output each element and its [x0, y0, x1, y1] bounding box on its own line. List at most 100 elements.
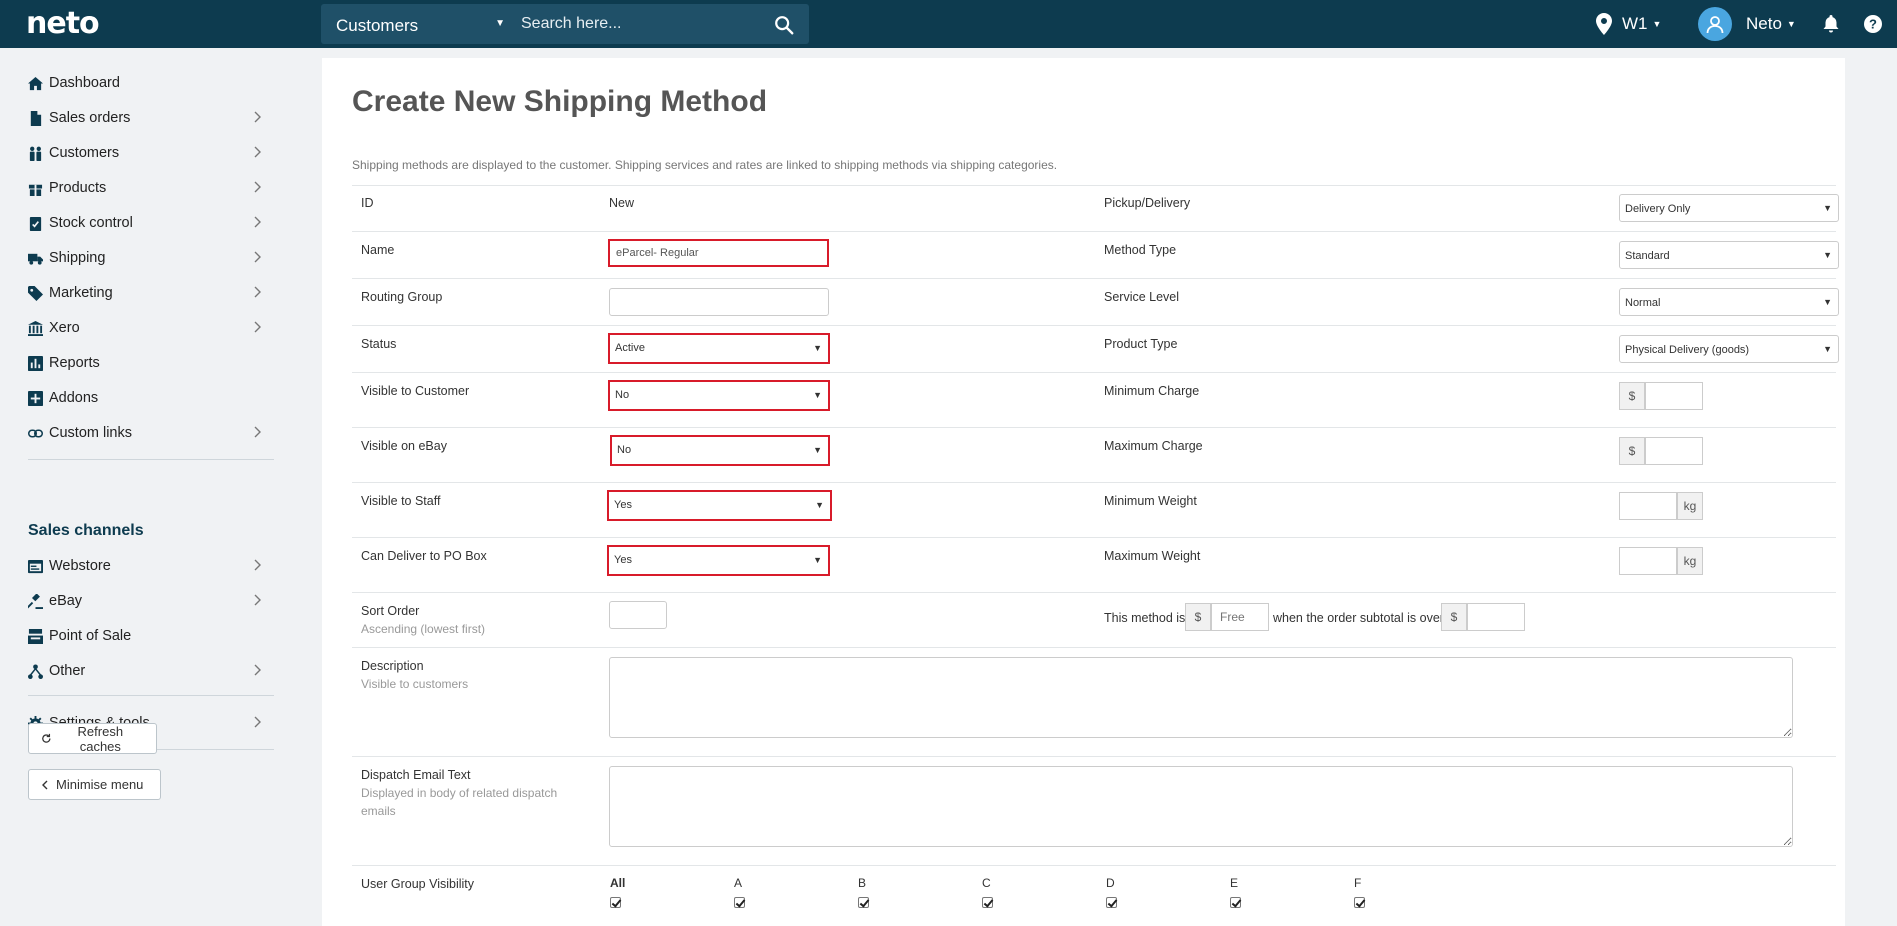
minimum-weight-group: kg: [1619, 492, 1703, 520]
description-label: Description: [361, 659, 424, 673]
visible-to-customer-select[interactable]: No ▼: [608, 380, 830, 411]
status-value: Active: [615, 342, 645, 354]
sidebar-item-label: Marketing: [49, 285, 113, 301]
routing-group-input[interactable]: [609, 288, 829, 316]
user-group-b-checkbox[interactable]: [858, 897, 869, 908]
location-dropdown[interactable]: W1 ▼: [1596, 0, 1661, 48]
visible-to-customer-label: Visible to Customer: [361, 384, 470, 398]
sidebar-item-point-of-sale[interactable]: Point of Sale: [28, 621, 274, 651]
notifications-button[interactable]: [1823, 0, 1839, 48]
order-subtotal-input[interactable]: [1467, 603, 1525, 631]
name-input[interactable]: [608, 239, 829, 267]
user-group-a-checkbox[interactable]: [734, 897, 745, 908]
avatar: [1698, 7, 1732, 41]
row-divider: [352, 231, 1836, 232]
sidebar-item-label: Stock control: [49, 215, 133, 231]
sidebar-item-label: Sales orders: [49, 110, 131, 126]
sidebar-item-label: Shipping: [49, 250, 106, 266]
status-label: Status: [361, 337, 397, 351]
sidebar-item-addons[interactable]: Addons: [28, 383, 274, 413]
free-shipping-value-input[interactable]: [1211, 603, 1269, 631]
sidebar-item-label: Customers: [49, 145, 120, 161]
po-box-select[interactable]: Yes ▼: [607, 545, 830, 576]
user-group-f-label: F: [1354, 876, 1362, 890]
sidebar-item-webstore[interactable]: Webstore: [28, 551, 274, 581]
bell-icon: [1823, 15, 1839, 33]
maximum-weight-group: kg: [1619, 547, 1703, 575]
caret-down-icon: ▼: [1823, 250, 1832, 260]
sort-order-input[interactable]: [609, 601, 667, 629]
row-divider: [352, 592, 1836, 593]
user-menu[interactable]: Neto ▼: [1698, 0, 1796, 48]
caret-down-icon: ▼: [813, 555, 822, 565]
minimum-charge-input[interactable]: [1645, 382, 1703, 410]
visible-on-ebay-value: No: [617, 444, 632, 456]
minimise-menu-button[interactable]: Minimise menu: [28, 769, 161, 800]
search-scope-dropdown[interactable]: Customers ▼: [321, 4, 521, 44]
pickup-delivery-select[interactable]: Delivery Only ▼: [1619, 194, 1839, 222]
sidebar-item-marketing[interactable]: Marketing: [28, 278, 274, 308]
dispatch-email-label: Dispatch Email Text: [361, 768, 471, 782]
users-icon: [29, 146, 42, 161]
user-group-all-checkbox[interactable]: [610, 897, 621, 908]
user-group-d-checkbox[interactable]: [1106, 897, 1117, 908]
sidebar-item-shipping[interactable]: Shipping: [28, 243, 274, 273]
row-divider: [352, 865, 1836, 866]
service-level-select[interactable]: Normal ▼: [1619, 288, 1839, 316]
sidebar-item-custom-links[interactable]: Custom links: [28, 418, 274, 448]
plus-square-icon: [28, 390, 43, 406]
dispatch-email-textarea[interactable]: [609, 766, 1793, 847]
product-type-select[interactable]: Physical Delivery (goods) ▼: [1619, 335, 1839, 363]
visible-to-staff-select[interactable]: Yes ▼: [607, 490, 832, 521]
register-icon: [28, 628, 43, 644]
free-shipping-middle-text: when the order subtotal is over: [1273, 611, 1444, 625]
row-divider: [352, 185, 1836, 186]
user-group-e-checkbox[interactable]: [1230, 897, 1241, 908]
maximum-weight-input[interactable]: [1619, 547, 1677, 575]
maximum-charge-input[interactable]: [1645, 437, 1703, 465]
name-label: Name: [361, 243, 395, 257]
visible-on-ebay-select[interactable]: No ▼: [610, 435, 830, 466]
sidebar-item-label: eBay: [49, 593, 83, 609]
bar-chart-icon: [28, 355, 43, 371]
user-group-c-checkbox[interactable]: [982, 897, 993, 908]
search-input[interactable]: [521, 4, 761, 44]
sidebar-item-xero[interactable]: Xero: [28, 313, 274, 343]
caret-down-icon: ▼: [495, 18, 505, 29]
caret-down-icon: ▼: [1652, 19, 1662, 29]
help-button[interactable]: ?: [1864, 0, 1882, 48]
sidebar-item-label: Custom links: [49, 425, 132, 441]
search-icon[interactable]: [773, 14, 795, 36]
sidebar-item-stock-control[interactable]: Stock control: [28, 208, 274, 238]
sidebar-item-customers[interactable]: Customers: [28, 138, 274, 168]
refresh-caches-button[interactable]: Refresh caches: [28, 723, 157, 754]
sidebar-item-other[interactable]: Other: [28, 656, 274, 686]
row-divider: [352, 756, 1836, 757]
sidebar-item-products[interactable]: Products: [28, 173, 274, 203]
top-bar: neto Customers ▼ W1 ▼ Neto ▼ ?: [0, 0, 1897, 48]
sort-order-label: Sort Order: [361, 604, 420, 618]
sidebar-item-label: Products: [49, 180, 107, 196]
sidebar-item-ebay[interactable]: eBay: [28, 586, 274, 616]
sidebar-item-reports[interactable]: Reports: [28, 348, 274, 378]
minimum-weight-input[interactable]: [1619, 492, 1677, 520]
row-divider: [352, 325, 1836, 326]
tag-icon: [28, 285, 43, 301]
user-group-a-label: A: [734, 876, 743, 890]
user-group-f-checkbox[interactable]: [1354, 897, 1365, 908]
currency-addon: $: [1441, 603, 1467, 631]
row-divider: [352, 537, 1836, 538]
user-icon: [1706, 16, 1724, 34]
status-select[interactable]: Active ▼: [608, 333, 830, 364]
currency-addon: $: [1619, 437, 1645, 465]
sidebar-item-label: Dashboard: [49, 75, 120, 91]
chevron-right-icon: [254, 251, 261, 263]
caret-down-icon: ▼: [1823, 203, 1832, 213]
sidebar-item-sales-orders[interactable]: Sales orders: [28, 103, 274, 133]
svg-text:?: ?: [1869, 17, 1877, 32]
method-type-select[interactable]: Standard ▼: [1619, 241, 1839, 269]
sidebar-item-dashboard[interactable]: Dashboard: [28, 68, 274, 98]
neto-logo[interactable]: neto: [26, 6, 100, 41]
description-textarea[interactable]: [609, 657, 1793, 738]
caret-down-icon: ▼: [815, 500, 824, 510]
